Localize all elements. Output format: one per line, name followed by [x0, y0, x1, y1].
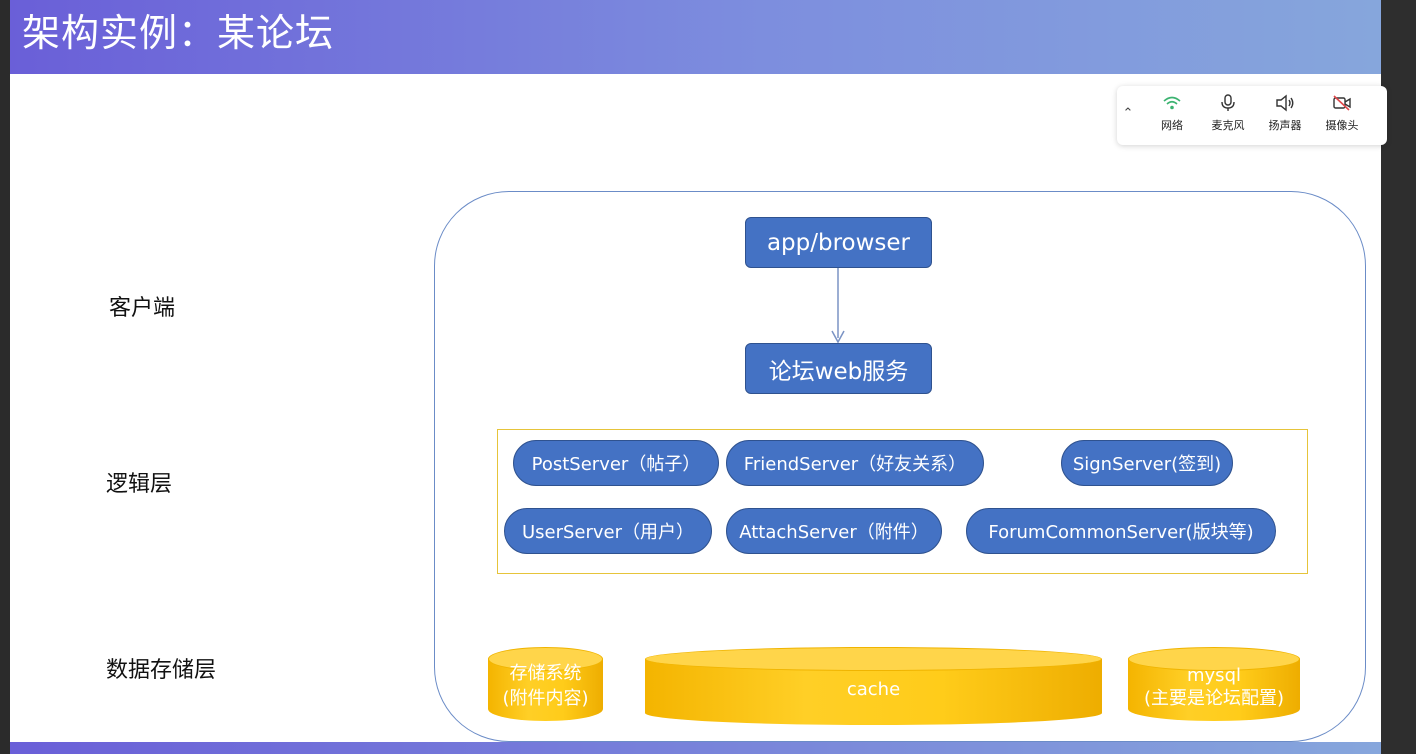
network-label: 网络	[1161, 119, 1183, 132]
speaker-icon	[1276, 94, 1294, 112]
store-file-storage-line1: 存储系统	[509, 663, 582, 684]
chevron-up-icon[interactable]: ⌃	[1121, 104, 1135, 124]
service-post-server: PostServer（帖子）	[513, 440, 719, 486]
camera-button[interactable]: 摄像头	[1317, 94, 1367, 140]
speaker-button[interactable]: 扬声器	[1260, 94, 1310, 140]
store-mysql-line2: (主要是论坛配置)	[1143, 688, 1285, 709]
camera-off-icon	[1333, 95, 1351, 111]
slide-bottom-bar	[10, 742, 1381, 754]
service-forum-common-server: ForumCommonServer(版块等)	[966, 508, 1276, 554]
store-file-storage: 存储系统 (附件内容)	[488, 647, 603, 721]
meeting-toolbar: ⌃ 网络 麦克风 扬声器 摄像头	[1117, 86, 1387, 145]
store-cache-label: cache	[846, 679, 901, 700]
camera-label: 摄像头	[1325, 119, 1359, 132]
web-service-node: 论坛web服务	[745, 343, 932, 394]
network-button[interactable]: 网络	[1147, 94, 1197, 140]
service-user-server: UserServer（用户）	[504, 508, 712, 554]
store-mysql: mysql (主要是论坛配置)	[1128, 647, 1300, 721]
wifi-icon	[1163, 96, 1181, 110]
service-friend-server: FriendServer（好友关系）	[726, 440, 984, 486]
speaker-label: 扬声器	[1268, 119, 1302, 132]
microphone-icon	[1221, 94, 1235, 111]
microphone-label: 麦克风	[1211, 119, 1245, 132]
store-file-storage-line2: (附件内容)	[502, 688, 589, 709]
store-mysql-line1: mysql	[1187, 665, 1241, 686]
service-sign-server: SignServer(签到)	[1061, 440, 1233, 486]
service-attach-server: AttachServer（附件）	[726, 508, 942, 554]
microphone-button[interactable]: 麦克风	[1203, 94, 1253, 140]
store-cache: cache	[645, 647, 1102, 725]
